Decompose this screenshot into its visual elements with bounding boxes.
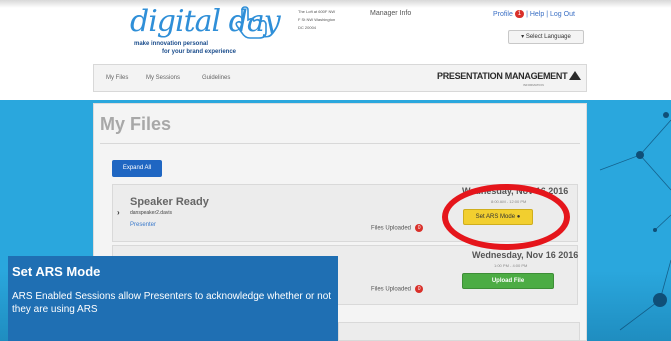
- highlight-circle: [442, 184, 570, 250]
- presenter-link[interactable]: Presenter: [130, 222, 156, 228]
- files-count-badge: 0: [414, 285, 424, 293]
- digital-day-logo[interactable]: digital day make innovation personal for…: [130, 4, 281, 62]
- address-line: F St NW Washington: [298, 17, 336, 22]
- page-title: My Files: [100, 114, 172, 134]
- files-uploaded-label: Files Uploaded: [371, 286, 412, 293]
- nav-guidelines[interactable]: Guidelines: [202, 75, 230, 81]
- profile-badge: 1: [514, 10, 525, 18]
- session-row[interactable]: [338, 322, 580, 341]
- select-language-label: Select Language: [525, 34, 571, 40]
- triangle-logo-icon: [569, 71, 582, 80]
- files-uploaded-label: Files Uploaded: [371, 225, 412, 232]
- link-separator: |: [546, 10, 549, 18]
- logout-link[interactable]: Log Out: [550, 11, 575, 18]
- address-block: The Loft at 600F NW F St NW Washington D…: [298, 8, 358, 32]
- brand-wordmark: PRESENTATION MANAGEMENT: [437, 71, 568, 81]
- pointing-hand-icon: [235, 6, 267, 39]
- nav-my-files[interactable]: My Files: [106, 75, 128, 81]
- screenshot-stage: digital day make innovation personal for…: [0, 0, 671, 341]
- address-line: The Loft at 600F NW: [298, 9, 336, 14]
- account-links: Profile 1 | Help | Log Out: [493, 10, 575, 18]
- callout-body: ARS Enabled Sessions allow Presenters to…: [12, 291, 332, 315]
- help-link[interactable]: Help: [530, 11, 544, 18]
- manager-info-link[interactable]: Manager Info: [370, 10, 411, 17]
- address-line: DC 20004: [298, 25, 317, 30]
- session-user: danspeaker2.davis: [130, 210, 172, 216]
- divider: [100, 143, 580, 144]
- logo-tagline-1: make innovation personal: [134, 41, 209, 47]
- brand-subtitle: INFORMATION: [523, 83, 544, 87]
- logo-tagline-2: for your brand experience: [162, 49, 237, 55]
- nav-my-sessions[interactable]: My Sessions: [146, 75, 180, 81]
- session-name: Speaker Ready: [130, 196, 209, 208]
- files-uploaded: Files Uploaded 0: [371, 285, 424, 293]
- link-separator: |: [526, 10, 528, 18]
- upload-file-button[interactable]: Upload File: [462, 273, 554, 289]
- callout-title: Set ARS Mode: [12, 264, 101, 279]
- profile-link[interactable]: Profile: [493, 11, 513, 18]
- files-count-badge: 0: [414, 224, 424, 232]
- expand-all-button[interactable]: Expand All: [112, 160, 162, 177]
- session-date: Wednesday, Nov 16 2016: [472, 250, 579, 260]
- chevron-right-icon[interactable]: ›: [117, 208, 120, 217]
- session-time: 1:00 PM - 4:00 PM: [494, 263, 528, 268]
- select-language-button[interactable]: ▾ Select Language: [508, 30, 584, 44]
- files-uploaded: Files Uploaded 0: [371, 224, 424, 232]
- presentation-management-brand: PRESENTATION MANAGEMENT: [437, 71, 582, 81]
